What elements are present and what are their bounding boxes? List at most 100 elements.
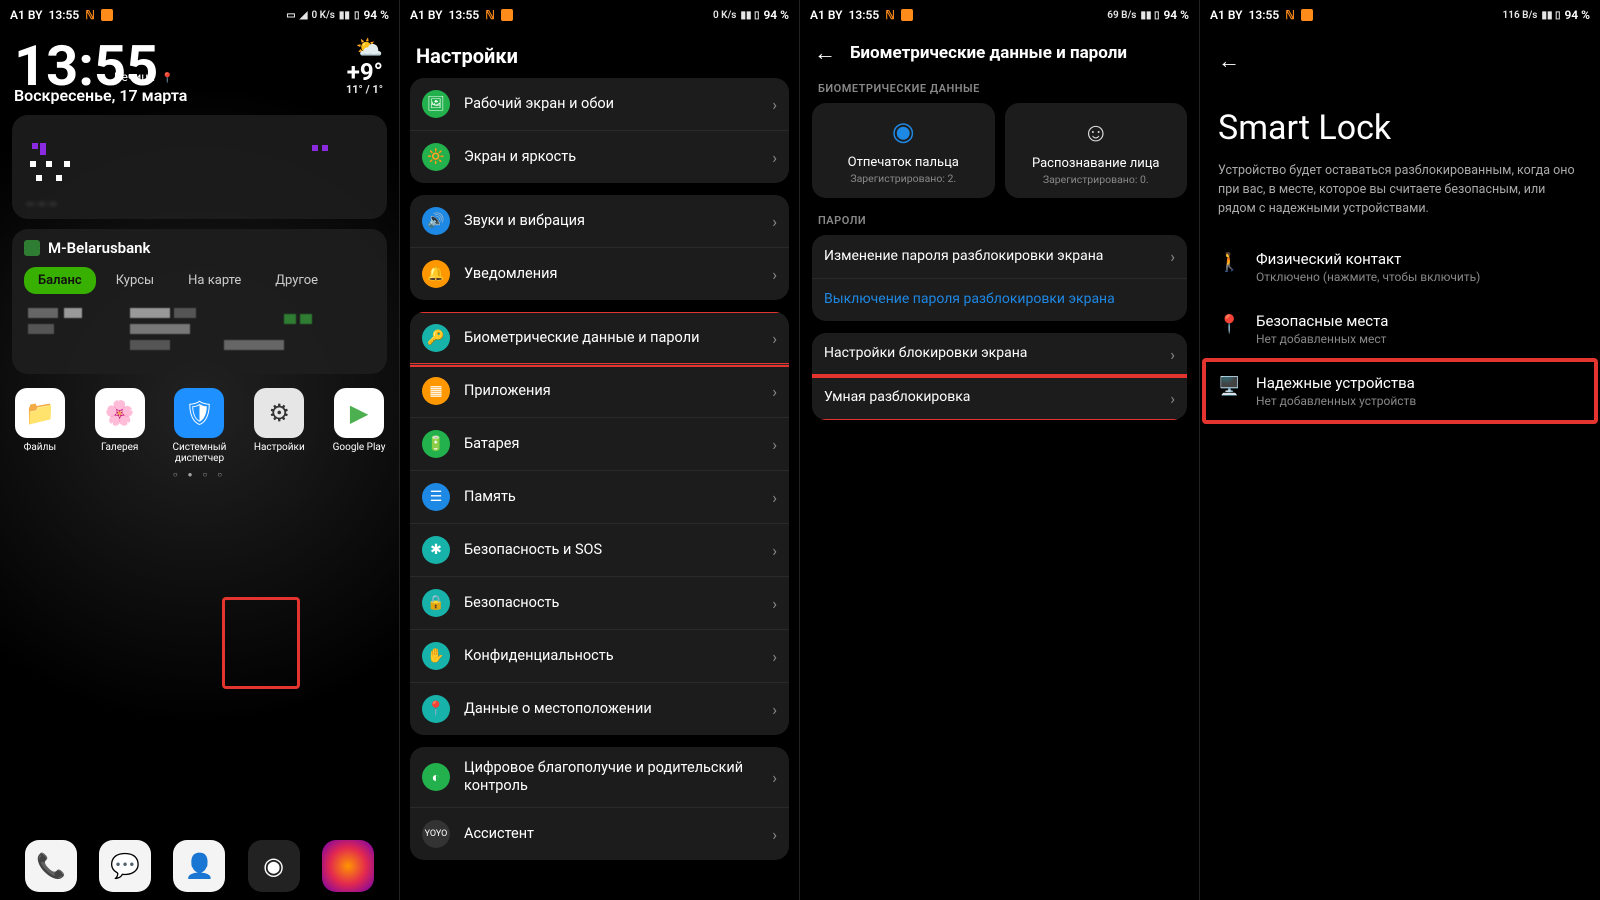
settings-privacy[interactable]: ✋ Конфиденциальность › (410, 629, 789, 682)
sos-icon: ✱ (422, 536, 450, 564)
signal-icon: ▮▮ ▯ (740, 10, 759, 21)
settings-memory[interactable]: ☰ Память › (410, 470, 789, 523)
bell-icon: 🔔 (422, 260, 450, 288)
bank-tab-other[interactable]: Другое (261, 267, 332, 294)
chevron-right-icon: › (772, 435, 777, 454)
app-row: 📁 Файлы 🌸 Галерея 🛡 Системный диспетчер … (0, 388, 399, 464)
settings-home-screen[interactable]: 🖼 Рабочий экран и обои › (410, 78, 789, 130)
settings-biometrics[interactable]: 🔑 Биометрические данные и пароли › (410, 312, 789, 364)
weather-range: 11° / 1° (346, 84, 383, 95)
nfc-icon: ℕ (1285, 8, 1295, 22)
brightness-icon: 🔆 (422, 143, 450, 171)
app-settings[interactable]: ⚙ Настройки (250, 388, 308, 464)
location-icon: 📍 (422, 695, 450, 723)
item-body-detection[interactable]: 🚶 Физический контакт Отключено (нажмите,… (1200, 236, 1600, 298)
settings-battery[interactable]: 🔋 Батарея › (410, 417, 789, 470)
item-trusted-places[interactable]: 📍 Безопасные места Нет добавленных мест (1200, 298, 1600, 360)
section-biometrics: БИОМЕТРИЧЕСКИЕ ДАННЫЕ (800, 76, 1199, 103)
battery-icon: ▯ (354, 10, 360, 21)
settings-sound[interactable]: 🔊 Звуки и вибрация › (410, 195, 789, 247)
highlight-settings (222, 597, 300, 689)
highlight-smart-unlock (812, 374, 1187, 420)
bank-tab-map[interactable]: На карте (174, 267, 255, 294)
chevron-right-icon: › (772, 647, 777, 666)
gallery-icon: 🌸 (95, 388, 145, 438)
back-button[interactable]: ← (814, 40, 836, 66)
card-fingerprint[interactable]: ◉ Отпечаток пальца Зарегистрировано: 2. (812, 103, 995, 198)
screen-home: A1 BY 13:55 ℕ ▭ ◢ 0 K/s ▮▮ ▯ 94 % 13:55 … (0, 0, 400, 900)
status-carrier: A1 BY (10, 8, 43, 22)
status-bar: A1 BY 13:55 ℕ 0 K/s ▮▮ ▯ 94 % (400, 0, 799, 30)
chevron-right-icon: › (772, 541, 777, 560)
wifi-icon: ◢ (300, 10, 308, 21)
row-smart-unlock[interactable]: Умная разблокировка › (812, 376, 1187, 420)
privacy-icon: ✋ (422, 642, 450, 670)
bank-title: M-Belarusbank (48, 239, 150, 257)
bank-widget[interactable]: M-Belarusbank Баланс Курсы На карте Друг… (12, 229, 387, 374)
chevron-right-icon: › (772, 382, 777, 401)
highlight-biometrics (410, 312, 789, 367)
bank-logo-icon (24, 240, 40, 256)
status-time: 13:55 (49, 8, 80, 22)
assistant-icon: YOYO (422, 820, 450, 848)
lock-icon: 🔒 (422, 589, 450, 617)
page-title: Smart Lock (1200, 74, 1600, 162)
fingerprint-icon: ◉ (816, 117, 991, 147)
phone-app[interactable]: 📞 (25, 840, 77, 892)
walk-icon: 🚶 (1218, 252, 1238, 273)
bank-tab-balance[interactable]: Баланс (24, 267, 96, 294)
screen-settings: A1 BY 13:55 ℕ 0 K/s ▮▮ ▯ 94 % Настройки … (400, 0, 800, 900)
clock-location: Речица (114, 70, 155, 84)
page-indicator: ○ ● ○ ○ (0, 470, 399, 479)
nfc-icon: ℕ (885, 8, 895, 22)
shield-icon: 🛡 (174, 388, 224, 438)
weather-icon: ⛅ (356, 38, 383, 60)
camera-app[interactable]: ◉ (248, 840, 300, 892)
signal-icon: ▮▮ ▯ (1140, 10, 1159, 21)
settings-apps[interactable]: ▦ Приложения › (410, 364, 789, 417)
settings-display[interactable]: 🔆 Экран и яркость › (410, 130, 789, 183)
screen-smart-lock: A1 BY 13:55 ℕ 116 B/s ▮▮ ▯ 94 % ← Smart … (1200, 0, 1600, 900)
music-widget[interactable]: — — — (12, 115, 387, 219)
status-bar: A1 BY 13:55 ℕ 69 B/s ▮▮ ▯ 94 % (800, 0, 1199, 30)
app-files[interactable]: 📁 Файлы (11, 388, 69, 464)
app-gallery[interactable]: 🌸 Галерея (91, 388, 149, 464)
battery-icon: 🔋 (422, 430, 450, 458)
bank-content-blurred (24, 304, 375, 360)
battery-percent: 94 % (363, 8, 389, 22)
tag-icon (501, 9, 513, 21)
firefox-app[interactable] (322, 840, 374, 892)
chevron-right-icon: › (772, 768, 777, 787)
settings-sos[interactable]: ✱ Безопасность и SOS › (410, 523, 789, 576)
vibrate-icon: ▭ (286, 10, 295, 21)
chevron-right-icon: › (772, 594, 777, 613)
settings-notifications[interactable]: 🔔 Уведомления › (410, 247, 789, 300)
app-google-play[interactable]: ▶ Google Play (330, 388, 388, 464)
bank-tab-rates[interactable]: Курсы (102, 267, 168, 294)
screen-biometrics: A1 BY 13:55 ℕ 69 B/s ▮▮ ▯ 94 % ← Биометр… (800, 0, 1200, 900)
row-change-password[interactable]: Изменение пароля разблокировки экрана › (812, 235, 1187, 278)
home-date: Воскресенье, 17 марта (0, 86, 399, 105)
net-speed: 0 K/s (311, 10, 334, 21)
chevron-right-icon: › (772, 265, 777, 284)
status-bar: A1 BY 13:55 ℕ 116 B/s ▮▮ ▯ 94 % (1200, 0, 1600, 30)
messages-app[interactable]: 💬 (99, 840, 151, 892)
app-system-manager[interactable]: 🛡 Системный диспетчер (170, 388, 228, 464)
row-lock-settings[interactable]: Настройки блокировки экрана › (812, 333, 1187, 376)
item-trusted-devices[interactable]: 🖥️ Надежные устройства Нет добавленных у… (1200, 360, 1600, 422)
weather-widget[interactable]: ⛅ +9° 11° / 1° (346, 38, 399, 95)
chevron-right-icon: › (772, 700, 777, 719)
chevron-right-icon: › (772, 488, 777, 507)
card-face-unlock[interactable]: ☺ Распознавание лица Зарегистрировано: 0… (1005, 103, 1188, 198)
settings-digital-wellbeing[interactable]: ◐ Цифровое благополучие и родительский к… (410, 747, 789, 807)
contacts-app[interactable]: 👤 (173, 840, 225, 892)
chevron-right-icon: › (772, 212, 777, 231)
settings-security[interactable]: 🔒 Безопасность › (410, 576, 789, 629)
back-button[interactable]: ← (1200, 30, 1258, 74)
row-disable-password[interactable]: Выключение пароля разблокировки экрана (812, 278, 1187, 321)
settings-assistant[interactable]: YOYO Ассистент › (410, 807, 789, 860)
tag-icon (1301, 9, 1313, 21)
settings-location[interactable]: 📍 Данные о местоположении › (410, 682, 789, 735)
pin-icon: 📍 (1218, 314, 1238, 335)
chevron-right-icon: › (772, 95, 777, 114)
